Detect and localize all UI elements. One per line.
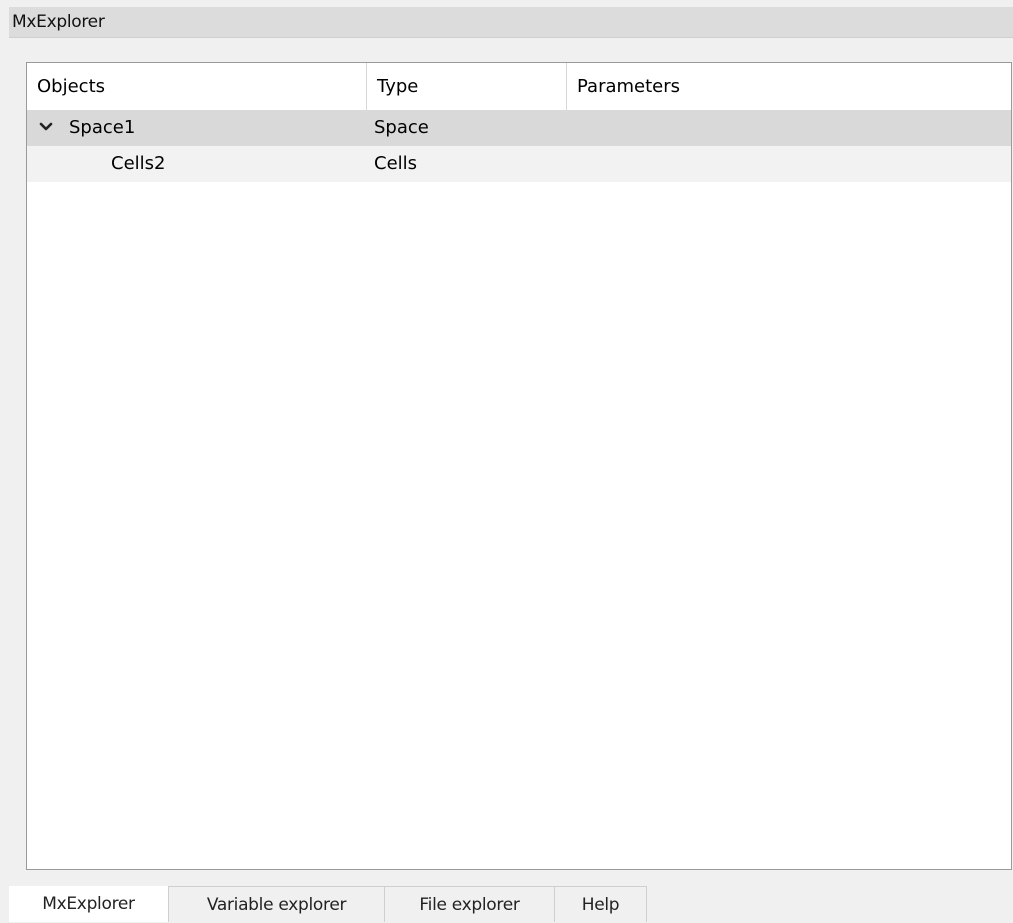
column-header-type[interactable]: Type [366, 63, 566, 110]
tab-help[interactable]: Help [555, 886, 647, 922]
chevron-down-icon[interactable] [39, 121, 53, 133]
tab-mxexplorer[interactable]: MxExplorer [9, 886, 169, 922]
tree-header: Objects Type Parameters [27, 63, 1011, 110]
column-header-objects[interactable]: Objects [27, 63, 366, 110]
tab-file-explorer[interactable]: File explorer [385, 886, 555, 922]
row-name: Cells2 [111, 153, 166, 174]
object-tree[interactable]: Objects Type Parameters Space1 Space Cel… [26, 62, 1012, 870]
tab-variable-explorer[interactable]: Variable explorer [169, 886, 385, 922]
pane-title: MxExplorer [9, 7, 1013, 38]
row-type: Space [374, 117, 429, 138]
row-type: Cells [374, 153, 418, 174]
row-name: Space1 [69, 117, 136, 138]
column-header-parameters[interactable]: Parameters [566, 63, 1011, 110]
tree-row-space1[interactable]: Space1 Space [27, 110, 1011, 146]
bottom-tab-bar: MxExplorer Variable explorer File explor… [9, 886, 1013, 922]
tree-row-cells2[interactable]: Cells2 Cells [27, 146, 1011, 182]
